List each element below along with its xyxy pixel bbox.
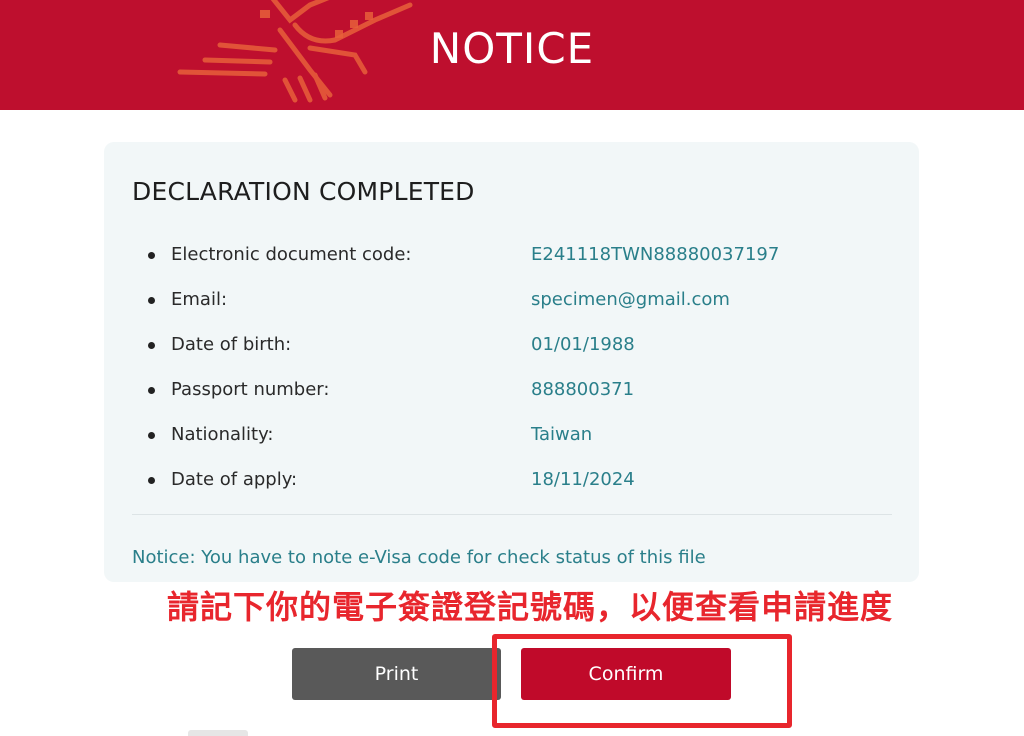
- item-value: specimen@gmail.com: [531, 289, 730, 310]
- card-title: DECLARATION COMPLETED: [132, 177, 475, 206]
- item-value: E241118TWN88880037197: [531, 244, 780, 265]
- item-value: 888800371: [531, 379, 635, 400]
- divider: [132, 514, 892, 515]
- confirm-button[interactable]: Confirm: [521, 648, 731, 700]
- item-label: Electronic document code:: [171, 244, 412, 265]
- item-value: Taiwan: [531, 424, 593, 445]
- list-item-date-of-birth: Date of birth: 01/01/1988: [144, 332, 884, 377]
- item-label: Email:: [171, 289, 228, 310]
- list-item-document-code: Electronic document code: E241118TWN8888…: [144, 242, 884, 287]
- item-label: Nationality:: [171, 424, 274, 445]
- declaration-card: DECLARATION COMPLETED Electronic documen…: [104, 142, 919, 582]
- item-label: Passport number:: [171, 379, 330, 400]
- bottom-edge-shadow: [188, 730, 248, 736]
- item-label: Date of birth:: [171, 334, 292, 355]
- chinese-annotation-text: 請記下你的電子簽證登記號碼，以便查看申請進度: [166, 588, 893, 626]
- bullet-icon: [148, 297, 155, 304]
- bullet-icon: [148, 477, 155, 484]
- bullet-icon: [148, 342, 155, 349]
- list-item-email: Email: specimen@gmail.com: [144, 287, 884, 332]
- bullet-icon: [148, 387, 155, 394]
- bullet-icon: [148, 432, 155, 439]
- declaration-details-list: Electronic document code: E241118TWN8888…: [144, 242, 884, 512]
- item-value: 01/01/1988: [531, 334, 635, 355]
- list-item-passport-number: Passport number: 888800371: [144, 377, 884, 422]
- evisa-notice-text: Notice: You have to note e-Visa code for…: [132, 547, 706, 568]
- page-title: NOTICE: [429, 24, 595, 73]
- list-item-date-of-apply: Date of apply: 18/11/2024: [144, 467, 884, 512]
- list-item-nationality: Nationality: Taiwan: [144, 422, 884, 467]
- bullet-icon: [148, 252, 155, 259]
- print-button[interactable]: Print: [292, 648, 501, 700]
- notice-header: NOTICE: [0, 0, 1024, 110]
- item-label: Date of apply:: [171, 469, 298, 490]
- item-value: 18/11/2024: [531, 469, 635, 490]
